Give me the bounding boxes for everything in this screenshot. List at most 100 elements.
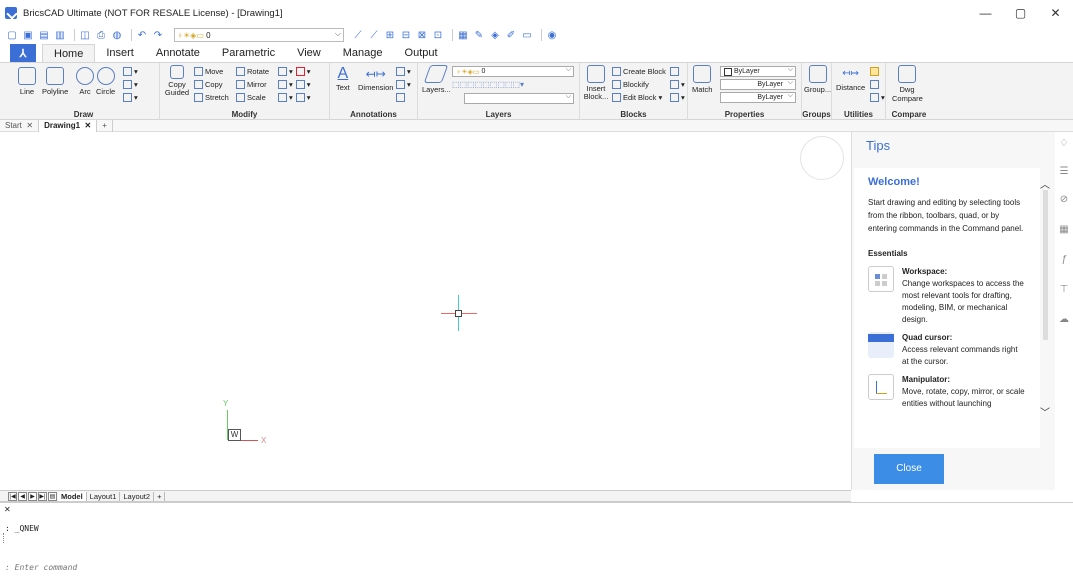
- tips-bulb-icon[interactable]: ♢: [1058, 138, 1070, 150]
- open-file-icon[interactable]: ▤: [38, 29, 50, 41]
- qat-layer-dropdown[interactable]: ♀☀◈▭ 0 ⌵: [174, 28, 344, 42]
- layer-dropdown[interactable]: ♀☀◈▭ 0 ⌵: [452, 66, 574, 77]
- layer-tools-row[interactable]: ⬚⬚⬚⬚⬚⬚⬚⬚⬚▾: [452, 80, 524, 89]
- lineweight-dropdown[interactable]: ByLayer ⌵: [720, 92, 796, 103]
- close-icon[interactable]: ✕: [85, 121, 92, 130]
- measure-tool[interactable]: ▾: [870, 93, 885, 102]
- table-tool[interactable]: [396, 93, 407, 102]
- properties-icon[interactable]: ▦: [457, 29, 469, 41]
- polar-icon[interactable]: ⊡: [432, 29, 444, 41]
- layer-filter-dropdown[interactable]: ⌵: [464, 93, 574, 104]
- next-layout-icon[interactable]: ▶: [28, 491, 37, 501]
- drawing-canvas[interactable]: Y X W: [0, 132, 851, 490]
- dwg-compare-button[interactable]: Dwg Compare: [892, 65, 923, 103]
- publish-icon[interactable]: ◍: [111, 29, 123, 41]
- stretch-button[interactable]: Stretch: [194, 93, 229, 102]
- minimize-button[interactable]: —: [968, 0, 1003, 26]
- create-block-button[interactable]: Create Block: [612, 67, 666, 76]
- calculator-tool[interactable]: [870, 67, 881, 76]
- tab-layout2[interactable]: Layout2: [120, 491, 155, 501]
- navigation-wheel-icon[interactable]: [800, 136, 844, 180]
- match-button[interactable]: Match: [692, 65, 712, 94]
- linetype-dropdown[interactable]: ByLayer ⌵: [720, 79, 796, 90]
- array-tool[interactable]: ▾ ▾: [278, 67, 311, 76]
- tab-layout1[interactable]: Layout1: [87, 491, 121, 501]
- tab-output[interactable]: Output: [394, 44, 449, 62]
- draw-order-icon[interactable]: ⟋: [368, 29, 380, 41]
- tab-start[interactable]: Start ✕: [0, 119, 40, 132]
- block-settings-tool[interactable]: ▾: [670, 93, 685, 102]
- pen-icon[interactable]: ✎: [473, 29, 485, 41]
- scroll-thumb[interactable]: [1043, 190, 1048, 340]
- scale-button[interactable]: Scale: [236, 93, 266, 102]
- tab-manage[interactable]: Manage: [332, 44, 394, 62]
- attachments-icon[interactable]: ⊘: [1058, 194, 1070, 206]
- redo-icon[interactable]: ↷: [152, 29, 164, 41]
- leader-tool[interactable]: ▾: [396, 67, 411, 76]
- tab-annotate[interactable]: Annotate: [145, 44, 211, 62]
- first-layout-icon[interactable]: |◀: [8, 491, 17, 501]
- tips-scrollbar[interactable]: ︿ ﹀: [1039, 168, 1051, 448]
- close-window-button[interactable]: ✕: [1038, 0, 1073, 26]
- application-menu-button[interactable]: ⅄: [10, 44, 36, 62]
- snap-icon[interactable]: ⊞: [384, 29, 396, 41]
- close-command-icon[interactable]: ✕: [4, 505, 11, 514]
- ortho-icon[interactable]: ⊠: [416, 29, 428, 41]
- grid-icon[interactable]: ⊟: [400, 29, 412, 41]
- new-tab-button[interactable]: +: [97, 119, 113, 132]
- polygon-tool[interactable]: ▾: [123, 80, 138, 89]
- group-button[interactable]: Group...: [804, 65, 831, 94]
- properties-sliders-icon[interactable]: ☰: [1058, 166, 1070, 178]
- mirror-button[interactable]: Mirror: [236, 80, 267, 89]
- settings-icon[interactable]: ◉: [546, 29, 558, 41]
- command-input[interactable]: [5, 561, 705, 573]
- id-point-tool[interactable]: [870, 80, 881, 89]
- color-dropdown[interactable]: ByLayer ⌵: [720, 66, 796, 77]
- command-grip-icon[interactable]: [3, 533, 5, 543]
- undo-icon[interactable]: ↶: [136, 29, 148, 41]
- prev-layout-icon[interactable]: ◀: [18, 491, 27, 501]
- line-button[interactable]: Line: [18, 67, 36, 96]
- hatch-tool[interactable]: ▾: [123, 93, 138, 102]
- tips-close-button[interactable]: Close: [874, 454, 944, 484]
- layers-icon[interactable]: ◈: [489, 29, 501, 41]
- scroll-down-icon[interactable]: ﹀: [1040, 404, 1050, 419]
- scroll-up-icon[interactable]: ︿: [1040, 176, 1050, 191]
- rotate-button[interactable]: Rotate: [236, 67, 269, 76]
- layers-button[interactable]: Layers...: [422, 65, 451, 94]
- dimension-button[interactable]: ↤↦ Dimension: [358, 65, 393, 92]
- print-preview-icon[interactable]: ◫: [79, 29, 91, 41]
- mleader-tool[interactable]: ▾: [396, 80, 411, 89]
- block-option-tool[interactable]: ▾: [670, 80, 685, 89]
- text-button[interactable]: A Text: [336, 65, 350, 92]
- fillet-tool[interactable]: ▾ ▾: [278, 80, 311, 89]
- polyline-button[interactable]: Polyline: [42, 67, 68, 96]
- arc-button[interactable]: Arc: [76, 67, 94, 96]
- copy-button[interactable]: Copy: [194, 80, 223, 89]
- layout-list-icon[interactable]: ▤: [48, 491, 57, 501]
- add-layout-button[interactable]: +: [154, 491, 166, 501]
- match-properties-icon[interactable]: ⟋: [352, 29, 364, 41]
- tab-insert[interactable]: Insert: [95, 44, 145, 62]
- edit-block-button[interactable]: Edit Block ▾: [612, 93, 662, 102]
- close-icon[interactable]: ✕: [26, 121, 33, 130]
- tab-drawing1[interactable]: Drawing1 ✕: [39, 119, 98, 132]
- structure-icon[interactable]: ⊤: [1058, 284, 1070, 296]
- function-icon[interactable]: ƒ: [1058, 254, 1070, 266]
- tab-view[interactable]: View: [286, 44, 332, 62]
- rectangle-tool[interactable]: ▾: [123, 67, 138, 76]
- cloud-icon[interactable]: ☁: [1058, 314, 1070, 326]
- new-wizard-icon[interactable]: ▣: [22, 29, 34, 41]
- library-icon[interactable]: ▦: [1058, 224, 1070, 236]
- distance-button[interactable]: ↤↦ Distance: [836, 65, 865, 92]
- print-icon[interactable]: ⎙: [95, 29, 107, 41]
- blockify-button[interactable]: Blockify: [612, 80, 649, 89]
- insert-block-button[interactable]: Insert Block...: [583, 65, 609, 101]
- maximize-button[interactable]: ▢: [1003, 0, 1038, 26]
- tab-model[interactable]: Model: [58, 491, 87, 501]
- tab-parametric[interactable]: Parametric: [211, 44, 286, 62]
- move-button[interactable]: Move: [194, 67, 223, 76]
- new-file-icon[interactable]: ▢: [6, 29, 18, 41]
- image-icon[interactable]: ▭: [521, 29, 533, 41]
- tab-home[interactable]: Home: [42, 44, 96, 62]
